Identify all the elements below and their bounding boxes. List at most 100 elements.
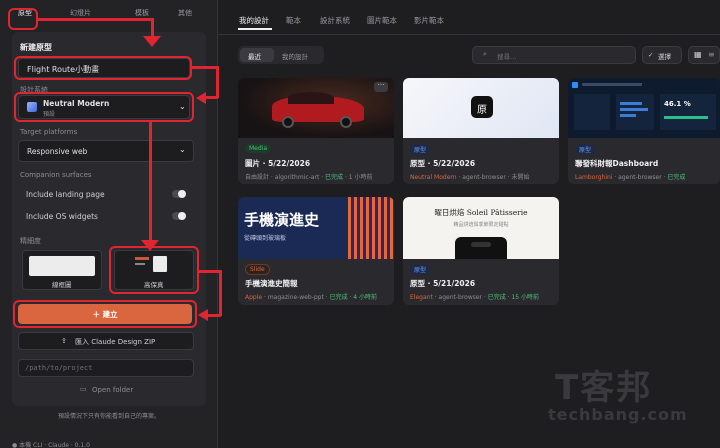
- design-card-prototype-2[interactable]: 曜日烘焙 Soleil Pâtisserie 精品烘焙與季節限定甜點 原型 原型…: [403, 197, 559, 305]
- platforms-label: Target platforms: [20, 128, 78, 136]
- search-input[interactable]: ⌕ 搜尋…: [472, 46, 636, 64]
- chevron-down-icon: ⌄: [179, 145, 186, 154]
- grid-view-icon[interactable]: ▦: [694, 50, 702, 59]
- card-badge: Media: [245, 144, 272, 153]
- dashboard-logo: [572, 82, 578, 88]
- wireframe-option[interactable]: 線框圖: [22, 250, 102, 290]
- folder-icon: ▭: [80, 385, 87, 393]
- bakery-thumbnail: 曜日烘焙 Soleil Pâtisserie 精品烘焙與季節限定甜點: [403, 197, 559, 259]
- annotation-box-hifi: [109, 246, 199, 294]
- path-placeholder: /path/to/project: [25, 364, 93, 372]
- landing-page-label: Include landing page: [26, 190, 105, 199]
- view-toggle[interactable]: ▦ ≡: [688, 46, 720, 64]
- meta-source: 自由設計 · algorithmic-art ·: [245, 174, 326, 181]
- card-badge: 原型: [410, 144, 431, 155]
- subtab-recent[interactable]: 最近: [240, 48, 274, 62]
- car-window: [288, 92, 334, 104]
- annotation-line-9: [206, 314, 221, 317]
- meta-source: · agent-browser ·: [432, 294, 488, 301]
- card-meta: 自由設計 · algorithmic-art · 已完成 · 1 小時前: [245, 172, 373, 181]
- meta-design-system: Lamborghini: [575, 174, 613, 181]
- subtab-my-designs[interactable]: 我的設計: [282, 51, 308, 61]
- tab-design-systems[interactable]: 設計系統: [320, 15, 350, 26]
- card-meta: Apple · magazine-web-ppt · 已完成 · 4 小時前: [245, 292, 377, 301]
- annotation-line-3: [192, 66, 218, 69]
- new-prototype-heading: 新建原型: [20, 43, 52, 52]
- slide-pattern: [348, 197, 394, 259]
- meta-status: · agent-browser · 未開始: [456, 174, 530, 181]
- slide-sub: 從磚頭到玻璃板: [244, 235, 287, 242]
- logo-text: 原: [477, 105, 487, 116]
- kpi-bar: [664, 116, 708, 119]
- import-zip-label: 匯入 Claude Design ZIP: [75, 338, 156, 346]
- watermark-brand: T客邦: [555, 368, 653, 408]
- annotation-line-5: [204, 96, 218, 99]
- wireframe-label: 線框圖: [52, 281, 72, 289]
- bakery-title: 曜日烘焙 Soleil Pâtisserie: [434, 208, 528, 217]
- card-title: 原型 · 5/21/2026: [410, 279, 476, 288]
- dashboard-bar-chart: [616, 94, 654, 130]
- car-thumbnail: ···: [238, 78, 394, 138]
- import-zip-button[interactable]: ⇪ 匯入 Claude Design ZIP: [18, 332, 194, 350]
- tab-templates-main[interactable]: 範本: [286, 15, 301, 26]
- list-view-icon[interactable]: ≡: [708, 50, 715, 59]
- annotation-line-6: [149, 122, 152, 244]
- annotation-line-1: [38, 18, 154, 21]
- subtab-recent-label: 最近: [248, 53, 261, 61]
- meta-source: · magazine-web-ppt ·: [262, 294, 330, 301]
- platform-select[interactable]: Responsive web ⌄: [18, 140, 194, 162]
- search-placeholder: 搜尋…: [497, 53, 517, 61]
- tab-other[interactable]: 其他: [178, 8, 192, 18]
- design-card-prototype-1[interactable]: 原 原型 原型 · 5/22/2026 Neutral Modern · age…: [403, 78, 559, 184]
- upload-icon: ⇪: [61, 337, 67, 345]
- open-folder-button[interactable]: Open folder: [92, 386, 133, 394]
- annotation-box-design-system: [14, 92, 194, 122]
- annotation-box-tab: [8, 8, 38, 30]
- annotation-line-8: [219, 270, 222, 316]
- status-bar: ● 本機 CLI · Claude · 0.1.0: [12, 442, 90, 448]
- tab-video-templates[interactable]: 影片範本: [414, 15, 444, 26]
- car-wheel-rear: [340, 116, 352, 128]
- wireframe-preview: [29, 256, 95, 276]
- dashboard-nav: [582, 83, 642, 86]
- design-card-slide[interactable]: 手機演進史 從磚頭到玻璃板 Slide 手機演進史簡報 Apple · maga…: [238, 197, 394, 305]
- bar-1: [620, 102, 642, 105]
- more-options-icon[interactable]: ···: [374, 82, 388, 92]
- slide-title: 手機演進史: [244, 211, 320, 229]
- card-title: 原型 · 5/22/2026: [410, 159, 476, 168]
- annotation-line-4: [216, 66, 219, 98]
- select-button[interactable]: ✓ 選擇: [642, 46, 682, 64]
- tab-templates[interactable]: 模板: [135, 8, 149, 18]
- meta-time: · 1 小時前: [343, 174, 373, 181]
- check-icon: ✓: [648, 51, 654, 59]
- annotation-box-name: [14, 56, 192, 80]
- annotation-arrow-1: [143, 36, 161, 47]
- landing-page-toggle[interactable]: [172, 190, 186, 198]
- car-wheel-front: [282, 116, 294, 128]
- privacy-note: 預設情況下只有你能看到自己的專案。: [57, 413, 160, 420]
- subtab-group: 最近 我的設計: [238, 46, 324, 64]
- select-label: 選擇: [658, 53, 671, 61]
- tab-slides[interactable]: 幻燈片: [70, 8, 91, 18]
- companion-label: Companion surfaces: [20, 171, 92, 179]
- project-path-input[interactable]: /path/to/project: [18, 359, 194, 377]
- tab-divider: [218, 34, 720, 35]
- card-title: 聯發科財報Dashboard: [575, 159, 659, 168]
- search-icon: ⌕: [483, 50, 487, 58]
- tab-image-templates[interactable]: 圖片範本: [367, 15, 397, 26]
- phone-mockup: [455, 237, 507, 259]
- card-title: 圖片 · 5/22/2026: [245, 159, 311, 168]
- card-badge: 原型: [410, 264, 431, 275]
- os-widgets-toggle[interactable]: [172, 212, 186, 220]
- kpi-value: 46.1 %: [664, 100, 691, 108]
- meta-status: 已完成: [325, 174, 344, 181]
- prototype-thumbnail: 原: [403, 78, 559, 138]
- tab-my-designs[interactable]: 我的設計: [239, 15, 269, 26]
- fidelity-label: 精細度: [20, 237, 41, 245]
- meta-status: 已完成 · 15 小時前: [487, 294, 540, 301]
- annotation-line-7: [199, 270, 221, 273]
- design-card-image[interactable]: ··· Media 圖片 · 5/22/2026 自由設計 · algorith…: [238, 78, 394, 184]
- meta-design-system: Neutral Modern: [410, 174, 457, 181]
- dashboard-kpi: 46.1 %: [660, 94, 716, 130]
- design-card-dashboard[interactable]: 46.1 % 原型 聯發科財報Dashboard Lamborghini · a…: [568, 78, 720, 184]
